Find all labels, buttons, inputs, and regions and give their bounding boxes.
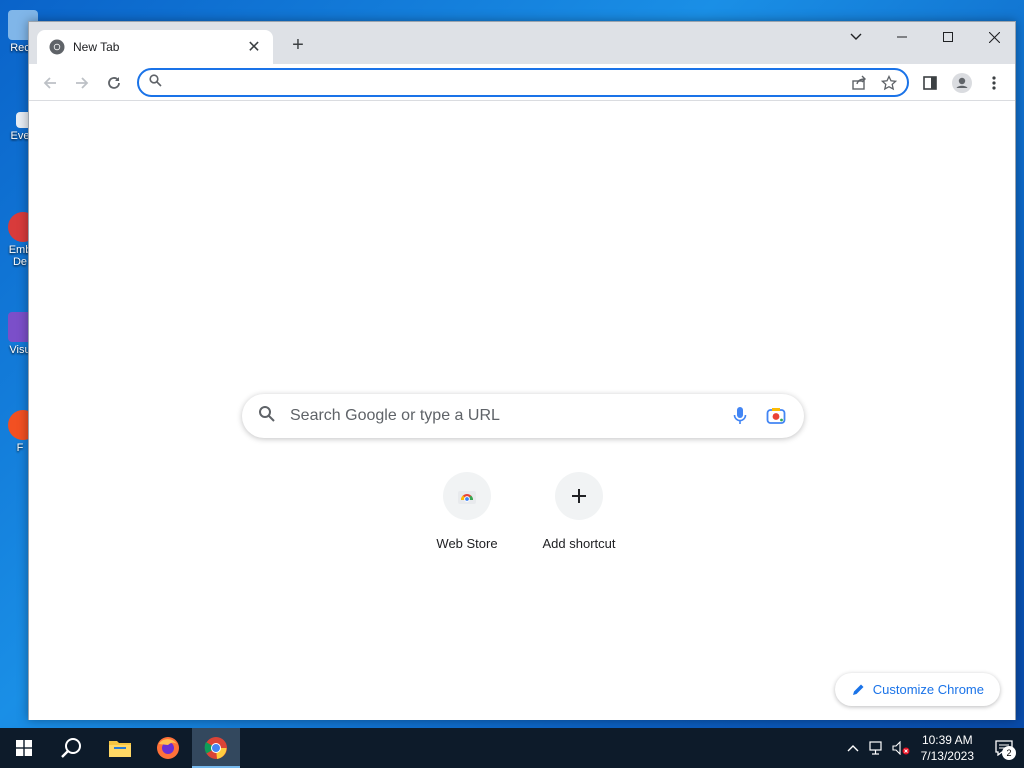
arrow-right-icon <box>76 77 89 89</box>
shortcut-tile <box>555 472 603 520</box>
close-window-button[interactable] <box>971 22 1017 52</box>
share-button[interactable] <box>847 71 871 95</box>
volume-button[interactable] <box>889 728 913 768</box>
clock-time: 10:39 AM <box>921 733 973 747</box>
new-tab-button[interactable]: + <box>287 34 309 56</box>
omnibox[interactable] <box>137 68 909 97</box>
plus-icon <box>572 489 586 503</box>
network-icon <box>869 741 882 755</box>
tab-strip: New Tab ✕ + <box>29 22 1015 64</box>
taskbar-search-button[interactable] <box>48 728 96 768</box>
volume-muted-icon <box>892 741 910 755</box>
google-lens-icon <box>766 408 786 424</box>
menu-button[interactable] <box>981 70 1007 96</box>
clock[interactable]: 10:39 AM 7/13/2023 <box>921 732 974 764</box>
minimize-button[interactable] <box>879 22 925 52</box>
search-icon <box>149 73 162 92</box>
close-icon <box>988 31 1000 43</box>
chrome-icon <box>204 737 227 759</box>
show-hidden-icons-button[interactable] <box>841 728 865 768</box>
system-tray: 10:39 AM 7/13/2023 2 <box>841 728 1024 768</box>
chrome-window: New Tab ✕ + Search Google or type a URL … <box>28 21 1016 720</box>
shortcut-tile <box>443 472 491 520</box>
bookmark-star-button[interactable] <box>877 71 901 95</box>
reload-button[interactable] <box>101 70 127 96</box>
tab-title: New Tab <box>73 40 120 54</box>
tab-close-button[interactable]: ✕ <box>245 37 263 57</box>
toolbar <box>29 64 1015 101</box>
lens-search-button[interactable] <box>764 404 788 428</box>
firefox-icon <box>157 737 179 759</box>
chevron-down-icon <box>850 33 862 40</box>
forward-button[interactable] <box>69 70 95 96</box>
more-vert-icon <box>992 76 996 90</box>
shortcut-add[interactable]: Add shortcut <box>523 472 635 551</box>
shortcut-label: Web Store <box>436 536 498 551</box>
new-tab-page: Web Store Add shortcut Customize Chrome <box>29 102 1015 720</box>
chrome-icon <box>49 39 65 55</box>
tab-new-tab[interactable]: New Tab ✕ <box>37 30 273 64</box>
shortcut-label: Add shortcut <box>542 536 616 551</box>
microphone-icon <box>733 407 747 424</box>
clock-date: 7/13/2023 <box>920 749 974 763</box>
maximize-button[interactable] <box>925 22 971 52</box>
customize-chrome-button[interactable]: Customize Chrome <box>834 673 1000 706</box>
search-icon <box>258 405 276 428</box>
customize-chrome-label: Customize Chrome <box>872 682 984 697</box>
file-explorer-icon <box>109 741 131 757</box>
profile-button[interactable] <box>949 70 975 96</box>
minimize-icon <box>897 36 907 38</box>
tab-search-button[interactable] <box>833 22 879 52</box>
ntp-search-box[interactable] <box>242 394 804 438</box>
windows-start-icon <box>16 740 32 756</box>
network-button[interactable] <box>865 728 889 768</box>
action-center-button[interactable]: 2 <box>984 728 1024 768</box>
ntp-search-input[interactable] <box>290 407 716 425</box>
avatar-icon <box>952 73 972 93</box>
taskbar-firefox[interactable] <box>144 728 192 768</box>
start-button[interactable] <box>0 728 48 768</box>
reload-icon <box>108 77 120 89</box>
omnibox-input[interactable] <box>170 74 847 91</box>
arrow-left-icon <box>43 77 56 89</box>
notification-count-badge: 2 <box>1002 746 1016 760</box>
search-icon <box>61 738 81 758</box>
taskbar-chrome[interactable] <box>192 728 240 768</box>
taskbar: 10:39 AM 7/13/2023 2 <box>0 728 1024 768</box>
pencil-icon <box>852 684 864 695</box>
share-icon <box>852 75 866 90</box>
side-panel-button[interactable] <box>917 70 943 96</box>
back-button[interactable] <box>37 70 63 96</box>
shortcut-web-store[interactable]: Web Store <box>411 472 523 551</box>
voice-search-button[interactable] <box>728 404 752 428</box>
side-panel-icon <box>923 76 937 90</box>
chevron-up-icon <box>847 745 859 752</box>
web-store-icon <box>458 491 476 504</box>
taskbar-file-explorer[interactable] <box>96 728 144 768</box>
star-icon <box>881 74 897 90</box>
maximize-icon <box>943 32 953 42</box>
